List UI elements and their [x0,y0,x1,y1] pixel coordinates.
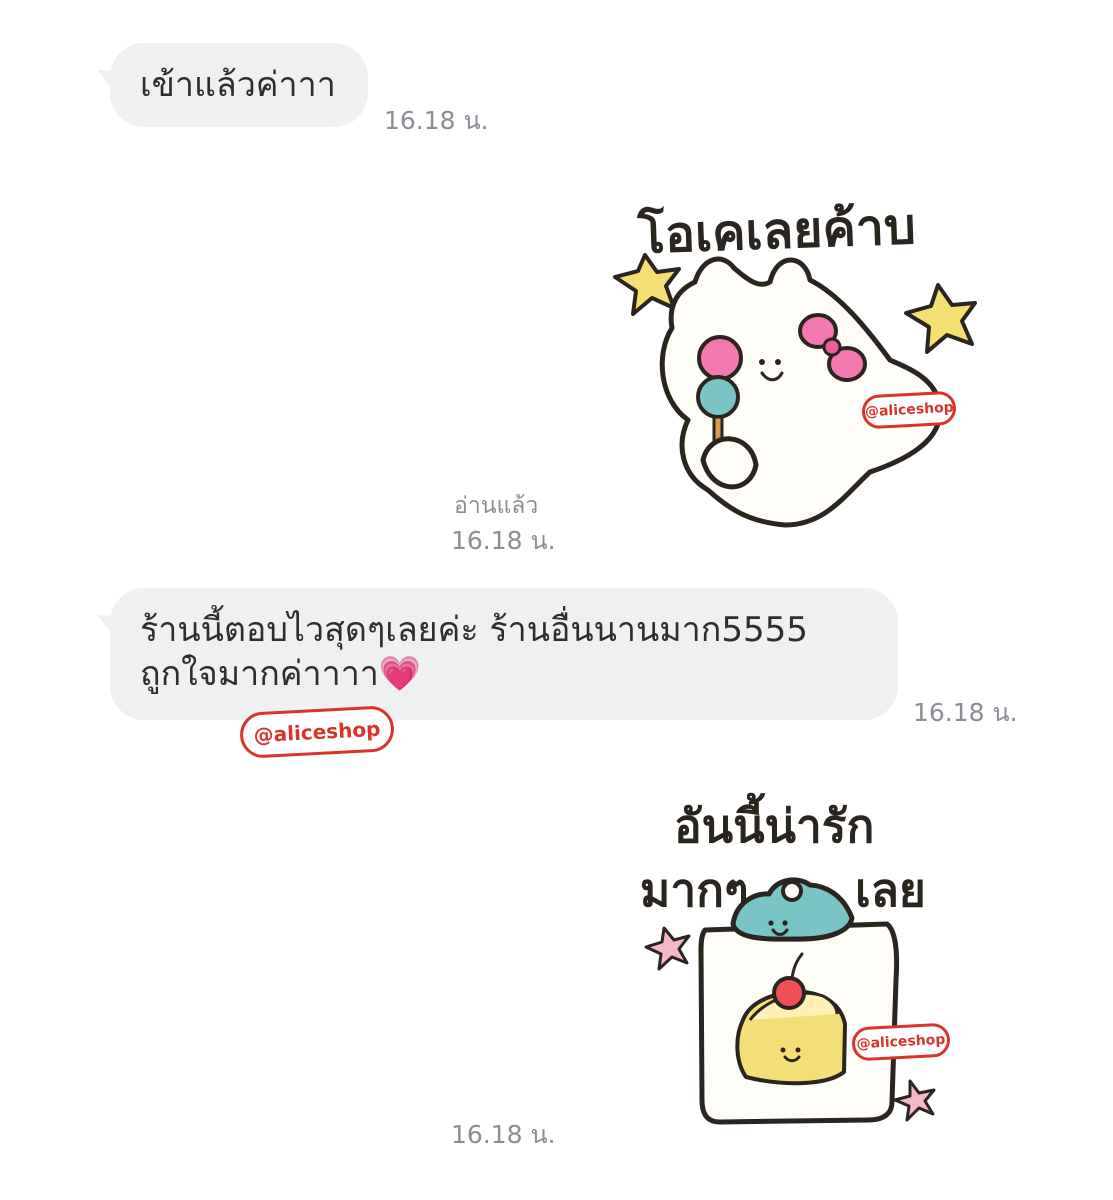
watermark-badge: @aliceshop [851,1022,951,1062]
star-icon [904,283,977,354]
message-line-2: ถูกใจมากค่าาาา💗 [140,652,880,696]
rabbit-illustration [613,253,977,528]
sticker-cute-clipboard[interactable]: อันนี้น่ารัก มากๆ เลย @aliceshop [632,770,960,1130]
message-time: 16.18 น. [451,526,556,555]
bubble-tail [92,606,122,634]
clipboard-illustration [644,877,936,1125]
message-line-1: ร้านนี้ตอบไวสุดๆเลยค่ะ ร้านอื่นนานมาก555… [140,610,808,650]
message-time: 16.18 น. [384,106,489,135]
sparkle-icon [644,926,691,971]
message-bubble-2[interactable]: ร้านนี้ตอบไวสุดๆเลยค่ะ ร้านอื่นนานมาก555… [92,588,898,720]
teal-dango [696,375,740,419]
watermark-badge: @aliceshop [861,390,957,430]
message-line-2-text: ถูกใจมากค่าาาา [140,654,379,694]
bubble-tail [92,61,122,89]
message-bubble-1[interactable]: เข้าแล้วค่าาา [92,43,368,127]
message-time: 16.18 น. [913,698,1018,727]
sparkle-icon [893,1079,936,1122]
message-text: ร้านนี้ตอบไวสุดๆเลยค่ะ ร้านอื่นนานมาก555… [140,608,880,696]
watermark-badge: @aliceshop [238,705,396,759]
sticker-ok-rabbit[interactable]: โอเคเลยค้าบ @aliceshop [600,170,990,540]
star-icon [613,253,681,316]
heart-emoji: 💗 [378,654,422,694]
cherry [772,976,806,1010]
message-time: 16.18 น. [451,1120,556,1149]
pink-dango [697,335,743,381]
message-text: เข้าแล้วค่าาา [140,65,336,105]
read-receipt: อ่านแล้ว [454,493,539,519]
